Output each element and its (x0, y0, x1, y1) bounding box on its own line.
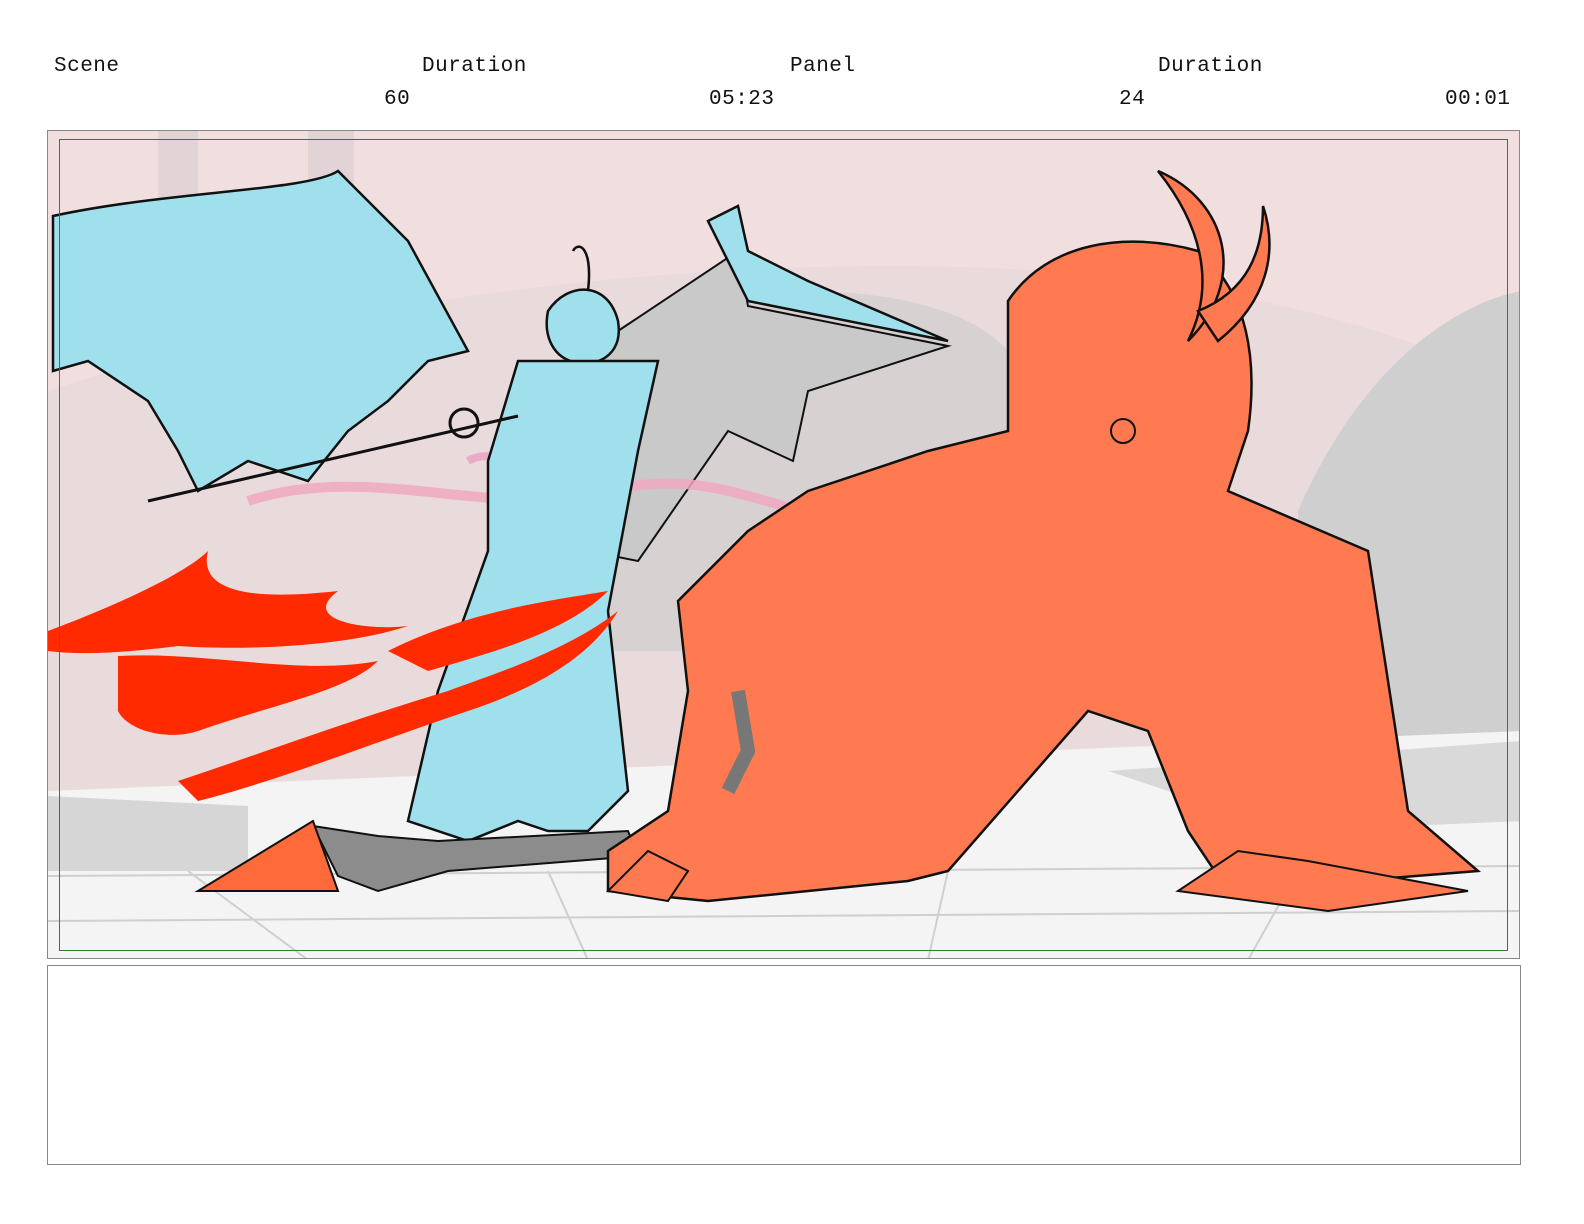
scene-number: 60 (384, 88, 411, 111)
floor-step (48, 796, 248, 871)
panel-notes-text (48, 966, 1520, 990)
panel-label: Panel (790, 55, 856, 78)
panel-duration-label: Duration (1158, 55, 1263, 78)
scene-duration-value: 05:23 (709, 88, 775, 111)
storyboard-panel-art (48, 131, 1519, 958)
scene-label: Scene (54, 55, 120, 78)
panel-duration-value: 00:01 (1445, 88, 1511, 111)
scene-duration-label: Duration (422, 55, 527, 78)
panel-notes-box[interactable] (47, 965, 1521, 1165)
panel-number: 24 (1119, 88, 1146, 111)
storyboard-panel-frame (47, 130, 1520, 959)
winged-figure-head (545, 288, 621, 365)
